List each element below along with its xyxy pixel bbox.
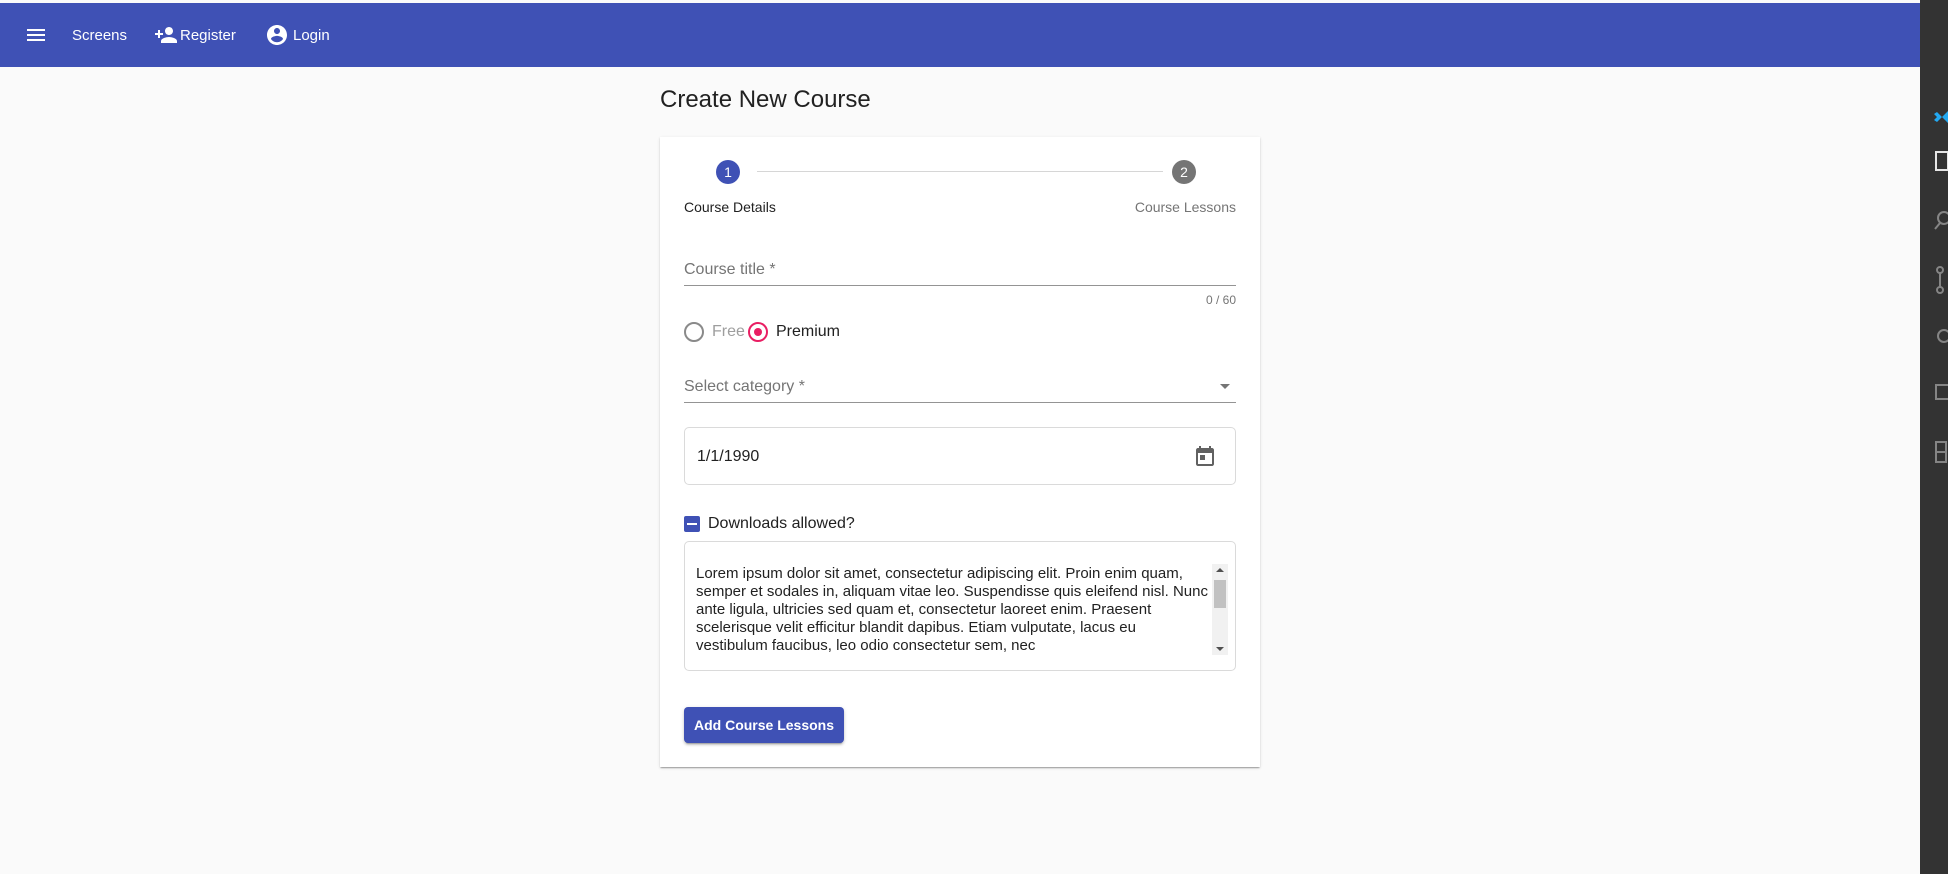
description-textarea[interactable]: Lorem ipsum dolor sit amet, consectetur … [684, 541, 1236, 671]
account-circle-icon [265, 23, 289, 47]
login-label: Login [293, 26, 330, 44]
description-text: Lorem ipsum dolor sit amet, consectetur … [696, 565, 1208, 654]
radio-premium-dot [754, 328, 762, 336]
debug-icon[interactable] [1934, 324, 1948, 353]
step-2-label: Course Lessons [1134, 199, 1236, 215]
date-field[interactable]: 1/1/1990 [684, 427, 1236, 485]
category-label: Select category * [684, 378, 805, 395]
side-activity-bar [1920, 0, 1948, 874]
screens-label: Screens [72, 26, 128, 44]
course-title-counter: 0 / 60 [1205, 293, 1236, 307]
scroll-down-icon[interactable] [1216, 647, 1224, 651]
register-link[interactable]: Register [154, 15, 236, 55]
add-course-lessons-button[interactable]: Add Course Lessons [684, 707, 844, 743]
downloads-label: Downloads allowed? [708, 515, 855, 532]
search-icon[interactable] [1934, 210, 1948, 239]
top-toolbar: Screens Register Login [0, 3, 1920, 67]
step-2-indicator: 2 [1172, 160, 1196, 184]
stepper-connector [757, 171, 1163, 172]
page-title: Create New Course [660, 86, 871, 113]
radio-free-label: Free [712, 323, 745, 340]
radio-premium-label: Premium [776, 323, 841, 340]
screens-link[interactable]: Screens [72, 15, 127, 55]
scroll-up-icon[interactable] [1216, 568, 1224, 572]
scroll-thumb[interactable] [1214, 580, 1226, 608]
course-form-card: 1 Course Details 2 Course Lessons Course… [660, 137, 1260, 767]
remote-explorer-icon[interactable] [1934, 382, 1948, 411]
step-1-indicator: 1 [716, 160, 740, 184]
source-control-icon[interactable] [1934, 266, 1948, 299]
radio-free-circle[interactable] [684, 322, 704, 342]
description-scrollbar[interactable] [1212, 564, 1228, 655]
course-title-label: Course title * [684, 261, 776, 278]
vscode-logo-icon [1934, 108, 1948, 131]
dropdown-arrow-icon [1220, 384, 1230, 389]
radio-premium-circle[interactable] [748, 322, 768, 342]
category-underline [684, 402, 1236, 403]
menu-icon [24, 23, 48, 47]
menu-button[interactable] [24, 15, 48, 55]
person-add-icon [154, 23, 178, 47]
date-value: 1/1/1990 [697, 448, 760, 465]
course-title-underline [684, 285, 1236, 286]
step-1-label: Course Details [684, 199, 776, 215]
extensions-icon[interactable] [1934, 440, 1948, 469]
login-link[interactable]: Login [265, 15, 330, 55]
downloads-checkbox[interactable] [684, 516, 700, 532]
calendar-icon[interactable] [1193, 444, 1217, 473]
explorer-icon[interactable] [1934, 150, 1948, 179]
register-label: Register [180, 26, 236, 44]
